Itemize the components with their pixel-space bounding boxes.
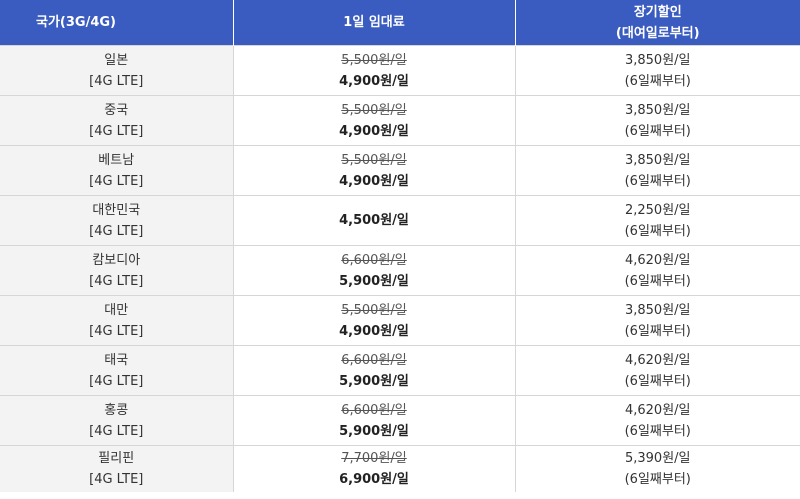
table-row: 필리핀 [4G LTE] 7,700원/일 6,900원/일 5,390원/일 … xyxy=(0,445,800,492)
original-price: 5,500원/일 xyxy=(341,52,407,68)
header-country: 국가(3G/4G) xyxy=(0,0,234,46)
country-cell: 캄보디아 [4G LTE] xyxy=(0,245,234,296)
long-term-note: (6일째부터) xyxy=(624,323,691,339)
sale-price: 5,900원/일 xyxy=(339,273,409,289)
table-row: 캄보디아 [4G LTE] 6,600원/일 5,900원/일 4,620원/일… xyxy=(0,245,800,296)
table-row: 중국 [4G LTE] 5,500원/일 4,900원/일 3,850원/일 (… xyxy=(0,95,800,146)
table-row: 베트남 [4G LTE] 5,500원/일 4,900원/일 3,850원/일 … xyxy=(0,145,800,196)
table-row: 대만 [4G LTE] 5,500원/일 4,900원/일 3,850원/일 (… xyxy=(0,295,800,346)
original-price: 6,600원/일 xyxy=(341,402,407,418)
long-term-cell: 3,850원/일 (6일째부터) xyxy=(515,95,800,146)
country-name: 베트남 xyxy=(98,152,135,168)
network-type: [4G LTE] xyxy=(89,273,144,289)
country-cell: 대만 [4G LTE] xyxy=(0,295,234,346)
table-body: 일본 [4G LTE] 5,500원/일 4,900원/일 3,850원/일 (… xyxy=(0,45,800,492)
long-term-cell: 3,850원/일 (6일째부터) xyxy=(515,45,800,96)
country-name: 중국 xyxy=(104,102,129,118)
network-type: [4G LTE] xyxy=(89,323,144,339)
long-term-price: 3,850원/일 xyxy=(624,152,691,168)
long-term-price: 5,390원/일 xyxy=(624,451,691,466)
country-name: 대만 xyxy=(104,302,129,318)
long-term-note: (6일째부터) xyxy=(624,472,691,487)
country-cell: 필리핀 [4G LTE] xyxy=(0,445,234,492)
network-type: [4G LTE] xyxy=(89,173,144,189)
long-term-price: 2,250원/일 xyxy=(624,202,691,218)
header-long-term-discount: 장기할인 (대여일로부터) xyxy=(515,0,800,46)
daily-price-cell: 6,600원/일 5,900원/일 xyxy=(233,395,516,446)
long-term-price: 4,620원/일 xyxy=(624,252,691,268)
sale-price: 6,900원/일 xyxy=(339,472,409,487)
long-term-price: 3,850원/일 xyxy=(624,302,691,318)
table-row: 태국 [4G LTE] 6,600원/일 5,900원/일 4,620원/일 (… xyxy=(0,345,800,396)
header-long-term-title: 장기할인 xyxy=(633,4,682,20)
long-term-note: (6일째부터) xyxy=(624,223,691,239)
header-row: 국가(3G/4G) 1일 임대료 장기할인 (대여일로부터) xyxy=(0,0,800,46)
long-term-note: (6일째부터) xyxy=(624,73,691,89)
long-term-cell: 4,620원/일 (6일째부터) xyxy=(515,245,800,296)
original-price: 7,700원/일 xyxy=(341,451,407,466)
long-term-cell: 3,850원/일 (6일째부터) xyxy=(515,295,800,346)
sale-price: 4,900원/일 xyxy=(339,173,409,189)
original-price: 6,600원/일 xyxy=(341,252,407,268)
long-term-note: (6일째부터) xyxy=(624,423,691,439)
sale-price: 4,900원/일 xyxy=(339,123,409,139)
country-name: 홍콩 xyxy=(104,402,129,418)
daily-price-cell: 4,500원/일 xyxy=(233,195,516,246)
long-term-note: (6일째부터) xyxy=(624,373,691,389)
network-type: [4G LTE] xyxy=(89,73,144,89)
long-term-cell: 3,850원/일 (6일째부터) xyxy=(515,145,800,196)
country-name: 필리핀 xyxy=(98,451,135,466)
country-name: 대한민국 xyxy=(92,202,141,218)
original-price: 6,600원/일 xyxy=(341,352,407,368)
network-type: [4G LTE] xyxy=(89,423,144,439)
country-cell: 중국 [4G LTE] xyxy=(0,95,234,146)
long-term-price: 4,620원/일 xyxy=(624,352,691,368)
country-cell: 대한민국 [4G LTE] xyxy=(0,195,234,246)
long-term-note: (6일째부터) xyxy=(624,173,691,189)
sale-price: 4,500원/일 xyxy=(339,213,409,228)
long-term-cell: 4,620원/일 (6일째부터) xyxy=(515,345,800,396)
network-type: [4G LTE] xyxy=(89,472,144,487)
table-row: 대한민국 [4G LTE] 4,500원/일 2,250원/일 (6일째부터) xyxy=(0,195,800,246)
original-price: 5,500원/일 xyxy=(341,152,407,168)
country-name: 태국 xyxy=(104,352,129,368)
original-price: 5,500원/일 xyxy=(341,102,407,118)
country-cell: 일본 [4G LTE] xyxy=(0,45,234,96)
long-term-cell: 5,390원/일 (6일째부터) xyxy=(515,445,800,492)
long-term-cell: 4,620원/일 (6일째부터) xyxy=(515,395,800,446)
network-type: [4G LTE] xyxy=(89,373,144,389)
daily-price-cell: 5,500원/일 4,900원/일 xyxy=(233,145,516,196)
long-term-cell: 2,250원/일 (6일째부터) xyxy=(515,195,800,246)
sale-price: 5,900원/일 xyxy=(339,423,409,439)
daily-price-cell: 5,500원/일 4,900원/일 xyxy=(233,95,516,146)
daily-price-cell: 5,500원/일 4,900원/일 xyxy=(233,295,516,346)
long-term-price: 3,850원/일 xyxy=(624,52,691,68)
original-price: 5,500원/일 xyxy=(341,302,407,318)
country-cell: 홍콩 [4G LTE] xyxy=(0,395,234,446)
country-name: 일본 xyxy=(104,52,129,68)
daily-price-cell: 7,700원/일 6,900원/일 xyxy=(233,445,516,492)
long-term-note: (6일째부터) xyxy=(624,273,691,289)
country-cell: 태국 [4G LTE] xyxy=(0,345,234,396)
table-row: 홍콩 [4G LTE] 6,600원/일 5,900원/일 4,620원/일 (… xyxy=(0,395,800,446)
country-name: 캄보디아 xyxy=(92,252,141,268)
country-cell: 베트남 [4G LTE] xyxy=(0,145,234,196)
sale-price: 5,900원/일 xyxy=(339,373,409,389)
sale-price: 4,900원/일 xyxy=(339,73,409,89)
rental-price-table: 국가(3G/4G) 1일 임대료 장기할인 (대여일로부터) 일본 [4G LT… xyxy=(0,0,800,492)
daily-price-cell: 6,600원/일 5,900원/일 xyxy=(233,345,516,396)
table-header: 국가(3G/4G) 1일 임대료 장기할인 (대여일로부터) xyxy=(0,0,800,46)
long-term-note: (6일째부터) xyxy=(624,123,691,139)
header-long-term-subtitle: (대여일로부터) xyxy=(615,25,700,41)
network-type: [4G LTE] xyxy=(89,223,144,239)
long-term-price: 3,850원/일 xyxy=(624,102,691,118)
daily-price-cell: 5,500원/일 4,900원/일 xyxy=(233,45,516,96)
table-row: 일본 [4G LTE] 5,500원/일 4,900원/일 3,850원/일 (… xyxy=(0,45,800,96)
long-term-price: 4,620원/일 xyxy=(624,402,691,418)
network-type: [4G LTE] xyxy=(89,123,144,139)
daily-price-cell: 6,600원/일 5,900원/일 xyxy=(233,245,516,296)
header-daily-rate: 1일 임대료 xyxy=(233,0,516,46)
sale-price: 4,900원/일 xyxy=(339,323,409,339)
